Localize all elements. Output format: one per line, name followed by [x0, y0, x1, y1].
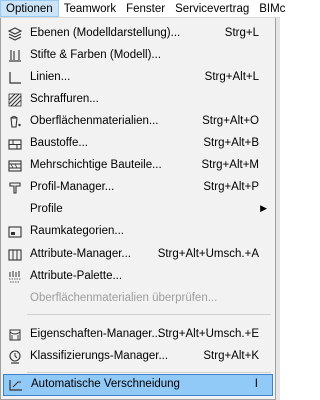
menu-item-mehrschichtige-bauteile[interactable]: Mehrschichtige Bauteile... Strg+Alt+M [3, 155, 273, 177]
menu-item-eigenschaften-manager[interactable]: Eigenschaften-Manager... Strg+Alt+Umsch.… [3, 324, 273, 346]
menu-item-shortcut: Strg+Alt+P [203, 181, 259, 193]
lines-icon [7, 70, 23, 86]
menu-item-raumkategorien[interactable]: Raumkategorien... [3, 221, 273, 243]
composite-icon [7, 158, 23, 174]
menu-item-shortcut: Strg+L [224, 27, 259, 39]
menu-item-shortcut: Strg+Alt+Umsch.+E [157, 328, 259, 340]
profile-icon [7, 180, 23, 196]
pens-icon [7, 48, 23, 64]
menu-item-schraffuren[interactable]: Schraffuren... [3, 89, 273, 111]
menu-item-shortcut: Strg+Alt+O [202, 115, 259, 127]
menu-item-label: Baustoffe... [30, 137, 88, 149]
menu-item-label: Oberflächenmaterialien... [30, 115, 159, 127]
menu-item-label: Klassifizierungs-Manager... [30, 350, 169, 362]
menu-item-label: Linien... [30, 71, 71, 83]
menu-item-shortcut: I [254, 378, 258, 390]
menu-item-profile-submenu[interactable]: Profile ▶ [3, 199, 273, 221]
menu-item-shortcut: Strg+Alt+Umsch.+A [157, 248, 259, 260]
menu-separator [27, 372, 271, 373]
menu-item-attribute-palette[interactable]: Attribute-Palette... [3, 266, 273, 288]
attribute-palette-icon [7, 269, 23, 285]
menu-item-stifte-farben[interactable]: Stifte & Farben (Modell)... [3, 45, 273, 67]
building-material-icon [7, 136, 23, 152]
menu-item-shortcut: Strg+Alt+K [203, 350, 259, 362]
menu-item-label: Raumkategorien... [30, 225, 124, 237]
menubar-servicevertrag[interactable]: Servicevertrag [170, 0, 254, 17]
menu-item-shortcut: Strg+Alt+M [201, 159, 259, 171]
menu-item-ebenen[interactable]: Ebenen (Modelldarstellung)... Strg+L [3, 23, 273, 45]
menu-item-label: Attribute-Manager... [30, 248, 131, 260]
menu-item-shortcut: Strg+Alt+B [203, 137, 259, 149]
property-manager-icon [7, 327, 23, 343]
menu-item-oberflaechenmaterialien-pruefen: Oberflächenmaterialien überprüfen... [3, 288, 273, 310]
submenu-arrow-icon: ▶ [260, 203, 267, 213]
menubar-optionen[interactable]: Optionen [0, 0, 59, 17]
classification-icon [7, 349, 23, 365]
menu-item-label: Stifte & Farben (Modell)... [30, 49, 162, 61]
menu-item-label: Mehrschichtige Bauteile... [30, 159, 162, 171]
menu-item-label: Eigenschaften-Manager... [30, 328, 162, 340]
menu-item-label: Automatische Verschneidung [31, 378, 180, 390]
menu-separator [27, 314, 271, 315]
menu-item-automatische-verschneidung[interactable]: Automatische Verschneidung I [3, 374, 273, 396]
menubar-bimcloud[interactable]: BIMc [254, 0, 290, 17]
menu-bar: Optionen Teamwork Fenster Servicevertrag… [0, 0, 285, 18]
menu-item-baustoffe[interactable]: Baustoffe... Strg+Alt+B [3, 133, 273, 155]
menu-item-label: Ebenen (Modelldarstellung)... [30, 27, 181, 39]
menu-item-oberflaechenmaterialien[interactable]: Oberflächenmaterialien... Strg+Alt+O [3, 111, 273, 133]
menu-item-label: Attribute-Palette... [30, 270, 123, 282]
layers-icon [7, 26, 23, 42]
zone-category-icon [7, 224, 23, 240]
attribute-manager-icon [7, 247, 23, 263]
menu-item-linien[interactable]: Linien... Strg+Alt+L [3, 67, 273, 89]
menubar-teamwork[interactable]: Teamwork [59, 0, 121, 17]
paint-bucket-icon [7, 114, 23, 130]
menu-item-attribute-manager[interactable]: Attribute-Manager... Strg+Alt+Umsch.+A [3, 244, 273, 266]
menu-item-profil-manager[interactable]: Profil-Manager... Strg+Alt+P [3, 177, 273, 199]
menu-item-klassifizierungs-manager[interactable]: Klassifizierungs-Manager... Strg+Alt+K [3, 346, 273, 368]
menu-item-label: Profil-Manager... [30, 181, 115, 193]
hatch-icon [7, 92, 23, 108]
menu-shadow [276, 18, 280, 400]
menu-item-label: Schraffuren... [30, 93, 99, 105]
menu-item-label: Oberflächenmaterialien überprüfen... [30, 292, 218, 304]
menu-item-label: Profile [30, 203, 63, 215]
optionen-dropdown-menu: Ebenen (Modelldarstellung)... Strg+L Sti… [0, 18, 276, 400]
auto-intersection-icon [8, 377, 24, 393]
menu-item-shortcut: Strg+Alt+L [204, 71, 259, 83]
menubar-fenster[interactable]: Fenster [121, 0, 170, 17]
